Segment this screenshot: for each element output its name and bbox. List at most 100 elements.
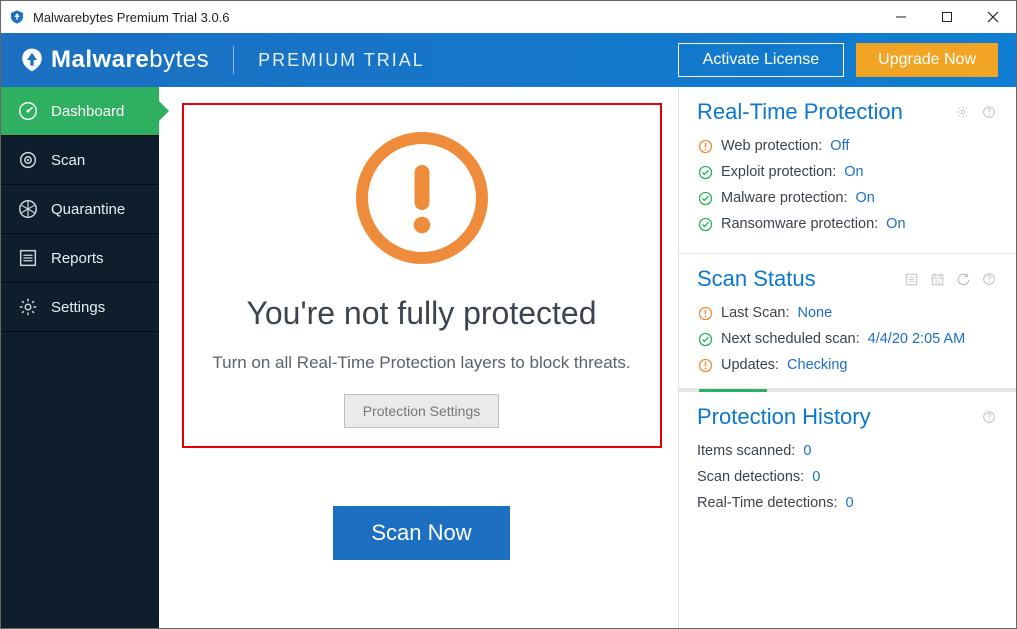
- history-row-rtdet: Real-Time detections: 0: [697, 490, 998, 516]
- check-icon: [697, 331, 713, 347]
- scan-status-row-next: Next scheduled scan: 4/4/20 2:05 AM: [697, 326, 998, 352]
- sidebar-item-scan[interactable]: Scan: [1, 136, 159, 185]
- close-button[interactable]: [970, 1, 1016, 33]
- side-panel: Real-Time Protection Web protecti: [679, 87, 1016, 628]
- section-head: Scan Status 31: [697, 266, 998, 292]
- help-icon[interactable]: [980, 408, 998, 426]
- sidebar-item-settings[interactable]: Settings: [1, 283, 159, 332]
- hero-title: You're not fully protected: [246, 295, 596, 332]
- section-tools: 31: [902, 270, 998, 288]
- scan-now-button[interactable]: Scan Now: [333, 506, 509, 560]
- app-logo-icon: [9, 9, 25, 25]
- brand-text: Malwarebytes: [51, 46, 209, 74]
- sidebar-item-label: Scan: [51, 152, 85, 169]
- hero-panel: You're not fully protected Turn on all R…: [159, 87, 679, 628]
- sidebar-item-label: Settings: [51, 299, 105, 316]
- app-header: Malwarebytes PREMIUM TRIAL Activate Lice…: [1, 33, 1016, 87]
- item-value[interactable]: Off: [830, 138, 849, 154]
- scan-icon: [17, 149, 39, 171]
- gear-icon[interactable]: [954, 103, 972, 121]
- sidebar-item-label: Dashboard: [51, 103, 124, 120]
- brand-text-rest: bytes: [149, 46, 209, 73]
- hero-subtitle: Turn on all Real-Time Protection layers …: [202, 350, 640, 376]
- item-label: Real-Time detections:: [697, 495, 838, 511]
- section-tools: [954, 103, 998, 121]
- section-title: Scan Status: [697, 266, 902, 292]
- check-icon: [697, 190, 713, 206]
- item-value[interactable]: 4/4/20 2:05 AM: [868, 331, 966, 347]
- titlebar: Malwarebytes Premium Trial 3.0.6: [1, 1, 1016, 33]
- sidebar-item-reports[interactable]: Reports: [1, 234, 159, 283]
- item-value[interactable]: On: [886, 216, 905, 232]
- section-head: Real-Time Protection: [697, 99, 998, 125]
- protection-history-section: Protection History Items scanned: 0 Scan…: [679, 392, 1016, 532]
- item-label: Last Scan:: [721, 305, 790, 321]
- section-title: Real-Time Protection: [697, 99, 954, 125]
- dashboard-icon: [17, 100, 39, 122]
- realtime-protection-section: Real-Time Protection Web protecti: [679, 87, 1016, 254]
- realtime-row-web: Web protection: Off: [697, 133, 998, 159]
- brand: Malwarebytes: [19, 46, 209, 74]
- realtime-row-exploit: Exploit protection: On: [697, 159, 998, 185]
- settings-icon: [17, 296, 39, 318]
- scan-status-section: Scan Status 31 Last Scan: None: [679, 254, 1016, 389]
- app-window: Malwarebytes Premium Trial 3.0.6 Malware…: [0, 0, 1017, 629]
- check-icon: [697, 216, 713, 232]
- window-title: Malwarebytes Premium Trial 3.0.6: [33, 10, 878, 25]
- brand-block: Malwarebytes PREMIUM TRIAL: [19, 46, 425, 74]
- sidebar-item-label: Quarantine: [51, 201, 125, 218]
- item-value[interactable]: Checking: [787, 357, 847, 373]
- history-row-scandet: Scan detections: 0: [697, 464, 998, 490]
- item-label: Ransomware protection:: [721, 216, 878, 232]
- warn-icon: [697, 357, 713, 373]
- item-value[interactable]: 0: [846, 495, 854, 511]
- sidebar-item-label: Reports: [51, 250, 104, 267]
- brand-subtitle: PREMIUM TRIAL: [258, 50, 425, 71]
- protection-settings-button[interactable]: Protection Settings: [344, 394, 500, 428]
- item-value[interactable]: None: [798, 305, 833, 321]
- help-icon[interactable]: [980, 270, 998, 288]
- item-label: Next scheduled scan:: [721, 331, 860, 347]
- svg-text:31: 31: [934, 279, 940, 285]
- scan-status-row-last: Last Scan: None: [697, 300, 998, 326]
- warn-icon: [697, 305, 713, 321]
- item-label: Web protection:: [721, 138, 822, 154]
- brand-separator: [233, 46, 234, 74]
- item-label: Updates:: [721, 357, 779, 373]
- activate-license-button[interactable]: Activate License: [678, 43, 845, 77]
- reports-icon: [17, 247, 39, 269]
- help-icon[interactable]: [980, 103, 998, 121]
- refresh-icon[interactable]: [954, 270, 972, 288]
- item-value[interactable]: 0: [812, 469, 820, 485]
- list-icon[interactable]: [902, 270, 920, 288]
- brand-logo-icon: [19, 47, 45, 73]
- item-label: Malware protection:: [721, 190, 848, 206]
- sidebar: Dashboard Scan Quarantine Reports: [1, 87, 159, 628]
- app-body: Dashboard Scan Quarantine Reports: [1, 87, 1016, 628]
- minimize-button[interactable]: [878, 1, 924, 33]
- item-label: Exploit protection:: [721, 164, 836, 180]
- window-controls: [878, 1, 1016, 33]
- hero-alert-frame: You're not fully protected Turn on all R…: [182, 103, 662, 448]
- section-tools: [980, 408, 998, 426]
- item-value[interactable]: On: [856, 190, 875, 206]
- warn-icon: [697, 138, 713, 154]
- sidebar-item-dashboard[interactable]: Dashboard: [1, 87, 159, 136]
- item-value[interactable]: On: [844, 164, 863, 180]
- scan-status-row-updates: Updates: Checking: [697, 352, 998, 378]
- check-icon: [697, 164, 713, 180]
- main-area: You're not fully protected Turn on all R…: [159, 87, 1016, 628]
- section-title: Protection History: [697, 404, 980, 430]
- history-row-scanned: Items scanned: 0: [697, 438, 998, 464]
- brand-text-bold: Malware: [51, 46, 149, 73]
- realtime-row-malware: Malware protection: On: [697, 185, 998, 211]
- calendar-icon[interactable]: 31: [928, 270, 946, 288]
- realtime-row-ransomware: Ransomware protection: On: [697, 211, 998, 237]
- section-head: Protection History: [697, 404, 998, 430]
- maximize-button[interactable]: [924, 1, 970, 33]
- upgrade-now-button[interactable]: Upgrade Now: [856, 43, 998, 77]
- item-label: Items scanned:: [697, 443, 795, 459]
- sidebar-item-quarantine[interactable]: Quarantine: [1, 185, 159, 234]
- quarantine-icon: [17, 198, 39, 220]
- item-value[interactable]: 0: [803, 443, 811, 459]
